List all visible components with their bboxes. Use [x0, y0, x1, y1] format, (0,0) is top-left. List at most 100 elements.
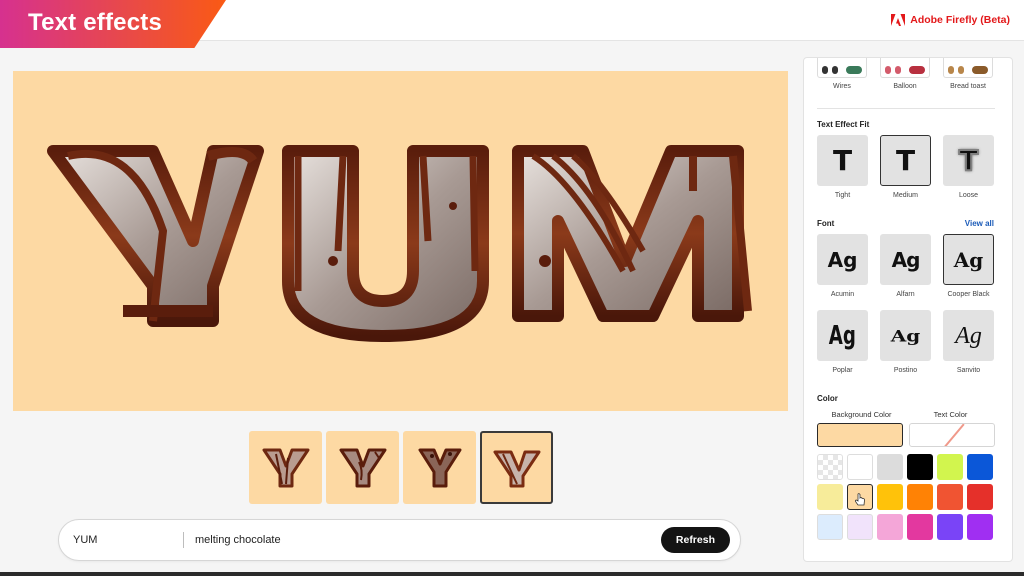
- font-label: Alfarn: [896, 291, 915, 298]
- font-option-postino[interactable]: Ag Postino: [880, 310, 931, 374]
- font-label: Acumin: [830, 291, 855, 298]
- font-tile-cooper-black[interactable]: Ag: [943, 234, 994, 285]
- variation-thumbnail-3[interactable]: [403, 431, 476, 504]
- chocolate-y-preview: [339, 448, 386, 487]
- adobe-logo-icon: [891, 14, 906, 26]
- color-labels: Background Color Text Color: [817, 410, 995, 419]
- variation-thumbnail-2[interactable]: [326, 431, 399, 504]
- variation-thumbnails: [249, 431, 553, 504]
- font-sample: Ag: [955, 322, 982, 349]
- fit-tile-loose[interactable]: T: [943, 135, 994, 186]
- letter-y: [47, 145, 264, 327]
- generated-image-canvas[interactable]: [13, 71, 788, 411]
- page-title: Text effects: [28, 9, 163, 36]
- color-swatch-pale-blue[interactable]: [817, 514, 843, 540]
- style-card-bread-toast[interactable]: Bread toast: [943, 58, 993, 90]
- color-previews: [817, 423, 995, 447]
- font-tile-acumin[interactable]: Ag: [817, 234, 868, 285]
- fit-option-medium[interactable]: T Medium: [880, 135, 931, 199]
- color-swatch-blue[interactable]: [967, 454, 993, 480]
- color-swatch-orange[interactable]: [907, 484, 933, 510]
- hand-cursor-icon: [854, 493, 865, 506]
- text-color-label: Text Color: [933, 410, 968, 419]
- style-thumb-bread-toast[interactable]: [943, 58, 993, 78]
- font-label: Sanvito: [956, 367, 981, 374]
- variation-thumbnail-4[interactable]: [480, 431, 553, 504]
- chocolate-y-preview: [418, 448, 461, 487]
- color-swatch-pale-lavender[interactable]: [847, 514, 873, 540]
- color-swatch-violet[interactable]: [937, 514, 963, 540]
- color-section-title: Color: [817, 394, 838, 403]
- font-label: Postino: [893, 367, 918, 374]
- color-swatch-pink[interactable]: [877, 514, 903, 540]
- title-banner: Text effects: [0, 0, 226, 48]
- font-label: Cooper Black: [947, 291, 990, 298]
- variation-thumbnail-1[interactable]: [249, 431, 322, 504]
- section-divider: [817, 108, 995, 109]
- color-swatch-amber[interactable]: [877, 484, 903, 510]
- view-all-fonts-link[interactable]: View all: [965, 219, 994, 228]
- chocolate-yum-artwork: [47, 145, 752, 342]
- font-sample: Ag: [827, 247, 858, 272]
- font-tile-alfarn[interactable]: Ag: [880, 234, 931, 285]
- font-option-cooper-black[interactable]: Ag Cooper Black: [943, 234, 994, 298]
- font-option-alfarn[interactable]: Ag Alfarn: [880, 234, 931, 298]
- style-label: Bread toast: [950, 83, 986, 90]
- style-label: Wires: [833, 83, 851, 90]
- fit-label: Medium: [893, 192, 918, 199]
- effect-prompt-input[interactable]: [195, 534, 661, 546]
- color-swatch-pale-yellow[interactable]: [817, 484, 843, 510]
- text-color-picker[interactable]: [909, 423, 995, 447]
- font-sample: Ag: [890, 325, 921, 346]
- color-swatch-red[interactable]: [967, 484, 993, 510]
- fit-section-title: Text Effect Fit: [817, 120, 870, 129]
- fit-options: T Tight T Medium T Loose: [817, 135, 994, 199]
- bottom-edge: [0, 572, 1024, 576]
- letter-u: [282, 145, 489, 342]
- font-option-acumin[interactable]: Ag Acumin: [817, 234, 868, 298]
- medium-fit-icon: T: [895, 143, 916, 177]
- font-label: Poplar: [832, 367, 853, 374]
- chocolate-y-preview: [493, 450, 540, 487]
- color-swatch-light-gray[interactable]: [877, 454, 903, 480]
- font-sample: Ag: [953, 247, 984, 272]
- font-option-poplar[interactable]: Ag Poplar: [817, 310, 868, 374]
- fit-tile-medium[interactable]: T: [880, 135, 931, 186]
- color-swatch-white[interactable]: [847, 454, 873, 480]
- background-color-label: Background Color: [831, 410, 892, 419]
- style-label: Balloon: [893, 83, 917, 90]
- brand-label: Adobe Firefly (Beta): [910, 14, 1010, 26]
- color-swatch-purple[interactable]: [967, 514, 993, 540]
- font-tile-sanvito[interactable]: Ag: [943, 310, 994, 361]
- chocolate-y-preview: [262, 448, 309, 487]
- style-thumb-balloon[interactable]: [880, 58, 930, 78]
- fit-tile-tight[interactable]: T: [817, 135, 868, 186]
- font-sample: Ag: [828, 320, 857, 351]
- color-swatch-magenta[interactable]: [907, 514, 933, 540]
- adobe-firefly-brand[interactable]: Adobe Firefly (Beta): [891, 14, 1010, 26]
- color-swatch-peach[interactable]: [847, 484, 873, 510]
- style-card-balloon[interactable]: Balloon: [880, 58, 930, 90]
- fit-option-tight[interactable]: T Tight: [817, 135, 868, 199]
- color-swatch-lime[interactable]: [937, 454, 963, 480]
- font-tile-poplar[interactable]: Ag: [817, 310, 868, 361]
- prompt-divider: [183, 532, 184, 548]
- color-swatch-red-orange[interactable]: [937, 484, 963, 510]
- text-input[interactable]: [73, 534, 183, 546]
- color-swatch-transparent[interactable]: [817, 454, 843, 480]
- refresh-button[interactable]: Refresh: [660, 527, 730, 553]
- font-sample: Ag: [891, 247, 921, 272]
- font-options-row-2: Ag Poplar Ag Postino Ag Sanvito: [817, 310, 994, 374]
- loose-fit-icon: T: [958, 143, 979, 177]
- settings-panel[interactable]: Wires Balloon Bread toast Text Effect Fi…: [803, 57, 1013, 562]
- font-tile-postino[interactable]: Ag: [880, 310, 931, 361]
- background-color-picker[interactable]: [817, 423, 903, 447]
- font-option-sanvito[interactable]: Ag Sanvito: [943, 310, 994, 374]
- style-thumb-wires[interactable]: [817, 58, 867, 78]
- color-swatches: [817, 454, 993, 540]
- prompt-bar: Refresh: [58, 519, 741, 561]
- style-card-wires[interactable]: Wires: [817, 58, 867, 90]
- color-swatch-black[interactable]: [907, 454, 933, 480]
- fit-option-loose[interactable]: T Loose: [943, 135, 994, 199]
- font-section-title: Font: [817, 219, 835, 228]
